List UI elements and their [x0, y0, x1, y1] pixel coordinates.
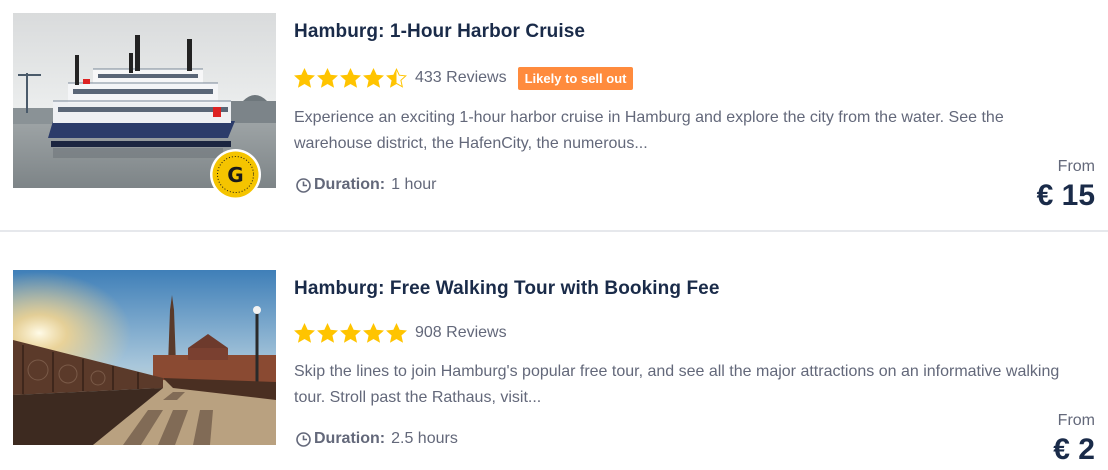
star-full-icon: [294, 67, 315, 88]
likely-to-sell-out-badge: Likely to sell out: [517, 66, 634, 90]
activity-image[interactable]: [13, 270, 276, 445]
from-label: From: [1057, 412, 1095, 429]
activity-title[interactable]: Hamburg: Free Walking Tour with Booking …: [294, 278, 719, 300]
rating-row: 908 Reviews: [294, 321, 507, 345]
reviews-count[interactable]: 908 Reviews: [415, 324, 507, 342]
clock-icon: [296, 431, 311, 447]
clock-icon: [296, 177, 311, 193]
activity-title[interactable]: Hamburg: 1-Hour Harbor Cruise: [294, 21, 585, 43]
duration-value: 2.5 hours: [391, 430, 458, 447]
star-full-icon: [363, 322, 384, 343]
bridge-sunset-photo: [13, 270, 276, 445]
star-full-icon: [386, 322, 407, 343]
activity-description: Skip the lines to join Hamburg's popular…: [294, 363, 1060, 406]
reviews-count[interactable]: 433 Reviews: [415, 69, 507, 87]
star-full-icon: [340, 322, 361, 343]
price: € 2: [1053, 433, 1095, 466]
star-full-icon: [340, 67, 361, 88]
duration-value: 1 hour: [391, 176, 437, 193]
star-full-icon: [317, 322, 338, 343]
duration-row: Duration: 1 hour: [295, 176, 436, 194]
activity-description: Experience an exciting 1-hour harbor cru…: [294, 109, 1004, 152]
duration-label: Duration:: [314, 430, 386, 447]
getyourguide-badge-icon: G: [210, 149, 261, 200]
star-full-icon: [363, 67, 384, 88]
star-full-icon: [317, 67, 338, 88]
star-half-icon: [386, 67, 407, 88]
rating-row: 433 Reviews Likely to sell out: [294, 66, 634, 90]
svg-text:G: G: [227, 163, 243, 187]
from-label: From: [1057, 158, 1095, 175]
activity-card-walking-tour[interactable]: Hamburg: Free Walking Tour with Booking …: [0, 248, 1108, 470]
activity-card-harbor-cruise[interactable]: G Hamburg: 1-Hour Harbor Cruise 433 Revi…: [0, 0, 1108, 232]
duration-label: Duration:: [314, 176, 386, 193]
card-divider: [0, 230, 1108, 250]
star-full-icon: [294, 322, 315, 343]
duration-row: Duration: 2.5 hours: [295, 430, 458, 448]
price: € 15: [1036, 179, 1095, 212]
